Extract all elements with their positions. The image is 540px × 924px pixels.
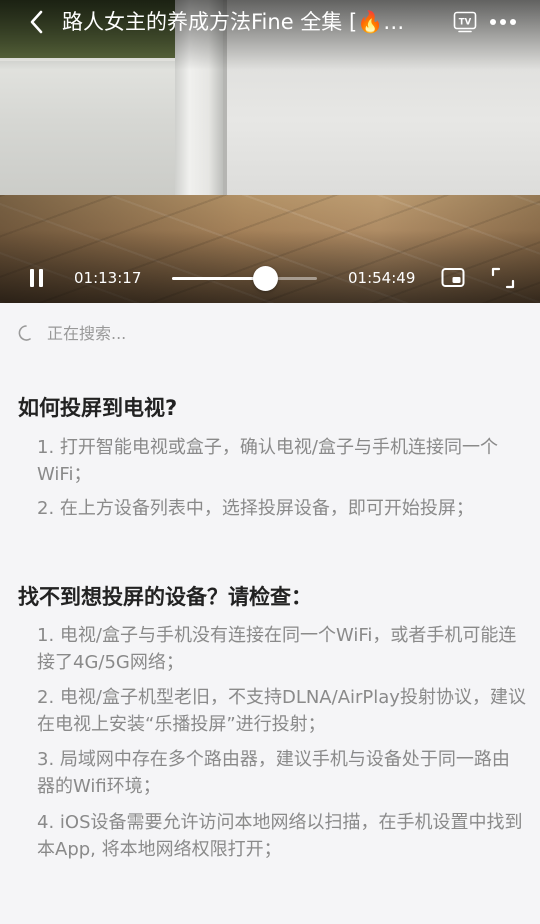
troubleshoot-heading: 找不到想投屏的设备？请检查： — [18, 585, 312, 609]
seek-bar-thumb[interactable] — [252, 266, 278, 291]
back-chevron-icon — [30, 10, 43, 34]
fullscreen-icon — [491, 267, 515, 289]
video-player[interactable]: 路人女主的养成方法Fine 全集 [🔥… TV 01:13:17 01:54:4… — [0, 0, 540, 303]
loading-spinner-icon — [18, 325, 31, 341]
more-button[interactable] — [488, 10, 518, 34]
video-frame-cabinet — [0, 58, 175, 211]
troubleshoot-item: 4. iOS设备需要允许访问本地网络以扫描，在手机设置中找到本App, 将本地网… — [37, 812, 523, 860]
pip-button[interactable] — [441, 267, 465, 289]
tv-badge-text: TV — [459, 18, 472, 28]
how-to-step: 2. 在上方设备列表中，选择投屏设备，即可开始投屏； — [37, 498, 474, 519]
how-to-cast-heading: 如何投屏到电视? — [18, 396, 178, 420]
tv-cast-button[interactable]: TV — [453, 10, 477, 34]
video-title: 路人女主的养成方法Fine 全集 [🔥… — [62, 10, 405, 34]
how-to-step: 1. 打开智能电视或盒子，确认电视/盒子与手机连接同一个WiFi； — [37, 437, 498, 485]
seek-bar[interactable] — [172, 266, 317, 291]
player-top-bar: 路人女主的养成方法Fine 全集 [🔥… TV — [0, 0, 540, 44]
picture-in-picture-icon — [441, 268, 465, 287]
pause-icon — [30, 269, 34, 287]
player-controls: 01:13:17 01:54:49 — [0, 258, 540, 298]
current-time: 01:13:17 — [74, 269, 142, 287]
tv-icon: TV — [453, 11, 477, 33]
seek-bar-played — [172, 277, 265, 280]
duration-time: 01:54:49 — [348, 269, 416, 287]
more-icon — [490, 19, 516, 25]
searching-label: 正在搜索... — [47, 324, 127, 343]
fullscreen-button[interactable] — [491, 267, 515, 289]
pause-icon-bar — [39, 269, 43, 287]
pause-button[interactable] — [27, 268, 47, 288]
troubleshoot-item: 2. 电视/盒子机型老旧，不支持DLNA/AirPlay投射协议，建议在电视上安… — [37, 687, 526, 735]
troubleshoot-item: 3. 局域网中存在多个路由器，建议手机与设备处于同一路由器的Wifi环境； — [37, 749, 510, 797]
troubleshoot-item: 1. 电视/盒子与手机没有连接在同一个WiFi，或者手机可能连接了4G/5G网络… — [37, 625, 517, 673]
back-button[interactable] — [22, 6, 54, 38]
